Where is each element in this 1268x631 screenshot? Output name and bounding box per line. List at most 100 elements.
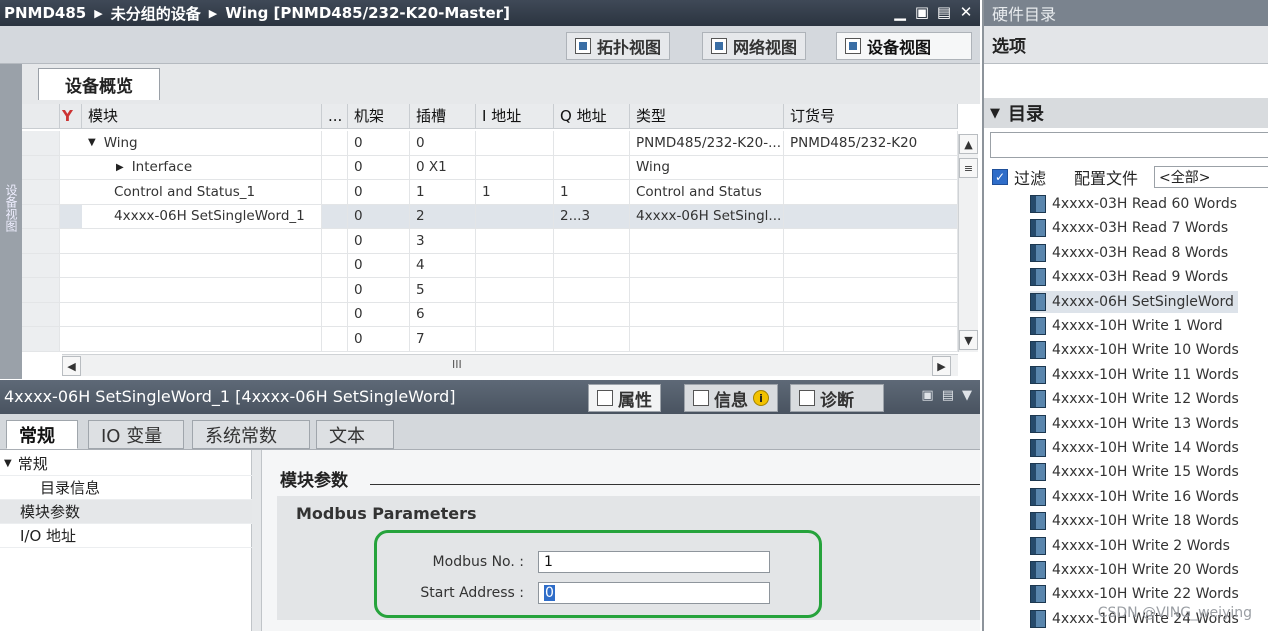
tab-io-tags[interactable]: IO 变量	[88, 420, 184, 449]
crumb-group[interactable]: 未分组的设备	[111, 3, 201, 24]
catalog-item[interactable]: 4xxxx-03H Read 8 Words	[1030, 242, 1228, 264]
catalog-item[interactable]: 4xxxx-10H Write 14 Words	[1030, 437, 1239, 459]
catalog-item[interactable]: 4xxxx-10H Write 15 Words	[1030, 461, 1239, 483]
tab-texts[interactable]: 文本	[316, 420, 394, 449]
tab-topology-view[interactable]: 拓扑视图	[566, 32, 671, 60]
catalog-item[interactable]: 4xxxx-10H Write 11 Words	[1030, 364, 1239, 386]
options-section[interactable]: 选项	[984, 26, 1268, 64]
tab-network-view[interactable]: 网络视图	[702, 32, 807, 60]
table-row[interactable]: 0 5	[22, 278, 958, 303]
col-type[interactable]: 类型	[630, 104, 784, 128]
tab-topology-label: 拓扑视图	[597, 38, 662, 57]
maximize-icon[interactable]: ▤	[936, 3, 952, 21]
tab-properties[interactable]: 属性	[588, 384, 661, 412]
minimize-icon[interactable]: ▁	[892, 3, 908, 21]
tree-item-module-params[interactable]: 模块参数	[0, 500, 252, 524]
catalog-item-label: 4xxxx-06H SetSingleWord	[1052, 293, 1234, 310]
tab-info[interactable]: 信息 i	[684, 384, 778, 412]
catalog-item[interactable]: 4xxxx-10H Write 18 Words	[1030, 510, 1239, 532]
catalog-item[interactable]: 4xxxx-03H Read 7 Words	[1030, 217, 1228, 239]
crumb-device[interactable]: Wing [PNMD485/232-K20-Master]	[225, 4, 510, 22]
cell-rack: 0	[348, 180, 410, 204]
table-horizontal-scrollbar[interactable]: ◀ III ▶	[62, 354, 958, 376]
scroll-thumb-grip[interactable]: III	[452, 358, 462, 371]
table-row[interactable]: ▼ Wing 0 0 PNMD485/232-K20-... PNMD485/23…	[22, 131, 958, 156]
collapse-icon[interactable]: ▼	[4, 458, 12, 469]
table-row[interactable]: 0 6	[22, 302, 958, 327]
collapse-icon[interactable]: ▼	[88, 137, 96, 148]
catalog-item-label: 4xxxx-03H Read 8 Words	[1052, 244, 1229, 261]
filter-label: 过滤	[1014, 169, 1047, 188]
cell-rack: 0	[348, 302, 410, 326]
cell-module	[82, 327, 322, 351]
tree-item-general[interactable]: ▼ 常规	[0, 452, 252, 476]
close-icon[interactable]: ✕	[958, 3, 974, 21]
cell-type: 4xxxx-06H SetSingl...	[630, 204, 784, 228]
tab-device-overview[interactable]: 设备概览	[38, 68, 160, 100]
filter-columns-icon[interactable]: Y	[60, 104, 82, 128]
scroll-up-icon[interactable]: ▲	[959, 134, 978, 154]
float-icon[interactable]: ▣	[914, 3, 930, 21]
catalog-item[interactable]: 4xxxx-10H Write 20 Words	[1030, 559, 1239, 581]
catalog-item[interactable]: 4xxxx-10H Write 12 Words	[1030, 388, 1239, 410]
filter-checkbox[interactable]: ✓	[992, 169, 1008, 185]
table-row-selected[interactable]: 4xxxx-06H SetSingleWord_1 0 2 2...3 4xxx…	[22, 204, 958, 229]
catalog-item[interactable]: 4xxxx-10H Write 13 Words	[1030, 413, 1239, 435]
module-icon	[1030, 536, 1046, 555]
scroll-right-icon[interactable]: ▶	[932, 356, 951, 376]
crumb-separator: ▶	[208, 6, 218, 20]
scroll-thumb[interactable]: ≡	[959, 158, 978, 178]
col-rack[interactable]: 机架	[348, 104, 410, 128]
catalog-item[interactable]: 4xxxx-10H Write 1 Word	[1030, 315, 1223, 337]
profile-select[interactable]: <全部>	[1154, 166, 1268, 188]
float-panel-icon[interactable]: ▣	[921, 388, 933, 403]
cell-q-address	[554, 155, 630, 179]
tree-scrollbar[interactable]	[252, 450, 262, 631]
catalog-item[interactable]: 4xxxx-10H Write 16 Words	[1030, 486, 1239, 508]
collapse-panel-icon[interactable]: ▼	[962, 388, 972, 403]
catalog-search-input[interactable]	[990, 132, 1268, 158]
col-order-number[interactable]: 订货号	[784, 104, 958, 128]
catalog-item[interactable]: 4xxxx-10H Write 2 Words	[1030, 535, 1230, 557]
col-module[interactable]: 模块	[82, 104, 322, 128]
module-icon	[1030, 195, 1046, 213]
table-row[interactable]: ▶ Interface 0 0 X1 Wing	[22, 155, 958, 180]
table-row[interactable]: Control and Status_1 0 1 1 1 Control and…	[22, 180, 958, 205]
table-row[interactable]: 0 3	[22, 229, 958, 254]
table-row[interactable]: 0 7	[22, 327, 958, 352]
properties-icon	[597, 390, 613, 406]
module-icon	[1030, 585, 1046, 604]
expand-icon[interactable]: ▶	[116, 162, 124, 173]
cell-type: Control and Status	[630, 180, 784, 204]
catalog-item[interactable]: 4xxxx-03H Read 60 Words	[1030, 193, 1237, 215]
catalog-item[interactable]: 4xxxx-10H Write 22 Words	[1030, 583, 1239, 605]
cell-module[interactable]: 4xxxx-06H SetSingleWord_1	[82, 204, 322, 228]
tab-system-constants[interactable]: 系统常数	[192, 420, 310, 449]
col-dots[interactable]: ...	[322, 104, 348, 128]
chevron-down-icon[interactable]: ▼	[990, 106, 1000, 121]
tab-general[interactable]: 常规	[6, 420, 78, 449]
tree-item-catalog-info[interactable]: 目录信息	[0, 476, 252, 500]
table-row[interactable]: 0 4	[22, 253, 958, 278]
directory-section[interactable]: ▼ 目录	[984, 98, 1268, 128]
col-i-address[interactable]: I 地址	[476, 104, 554, 128]
tree-item-io-address[interactable]: I/O 地址	[0, 524, 252, 548]
catalog-item-selected[interactable]: 4xxxx-06H SetSingleWord	[1030, 290, 1238, 313]
scroll-down-icon[interactable]: ▼	[959, 330, 978, 350]
catalog-item[interactable]: 4xxxx-03H Read 9 Words	[1030, 266, 1228, 288]
col-slot[interactable]: 插槽	[410, 104, 476, 128]
catalog-item-label: 4xxxx-10H Write 10 Words	[1052, 342, 1239, 359]
tab-diagnostics[interactable]: 诊断	[790, 384, 884, 412]
catalog-item[interactable]: 4xxxx-10H Write 10 Words	[1030, 339, 1239, 361]
catalog-item-label: 4xxxx-10H Write 15 Words	[1052, 464, 1239, 481]
crumb-project[interactable]: PNMD485	[4, 4, 86, 22]
tab-device-view[interactable]: 设备视图	[836, 32, 972, 60]
module-icon	[1030, 414, 1046, 433]
table-vertical-scrollbar[interactable]: ▲ ≡ ▼	[958, 134, 978, 352]
cell-slot: 2	[410, 204, 476, 228]
panel-layout-icon[interactable]: ▤	[942, 388, 954, 403]
side-rail[interactable]: 设备视图	[0, 64, 22, 379]
scroll-left-icon[interactable]: ◀	[62, 356, 81, 376]
profile-value: <全部>	[1159, 170, 1211, 186]
col-q-address[interactable]: Q 地址	[554, 104, 630, 128]
